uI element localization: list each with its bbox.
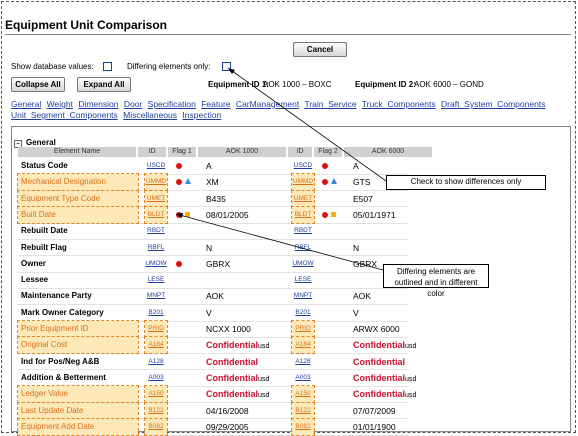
callout-outlined: Differing elements are outlined and in d… xyxy=(383,264,489,298)
arrow-head-outlined xyxy=(176,213,183,218)
arrow-head-differences xyxy=(228,68,235,74)
arrow-line-differences xyxy=(227,67,387,182)
arrow-line-outlined xyxy=(175,213,384,271)
callout-differences: Check to show differences only xyxy=(386,175,546,190)
callout-arrows xyxy=(175,67,387,271)
